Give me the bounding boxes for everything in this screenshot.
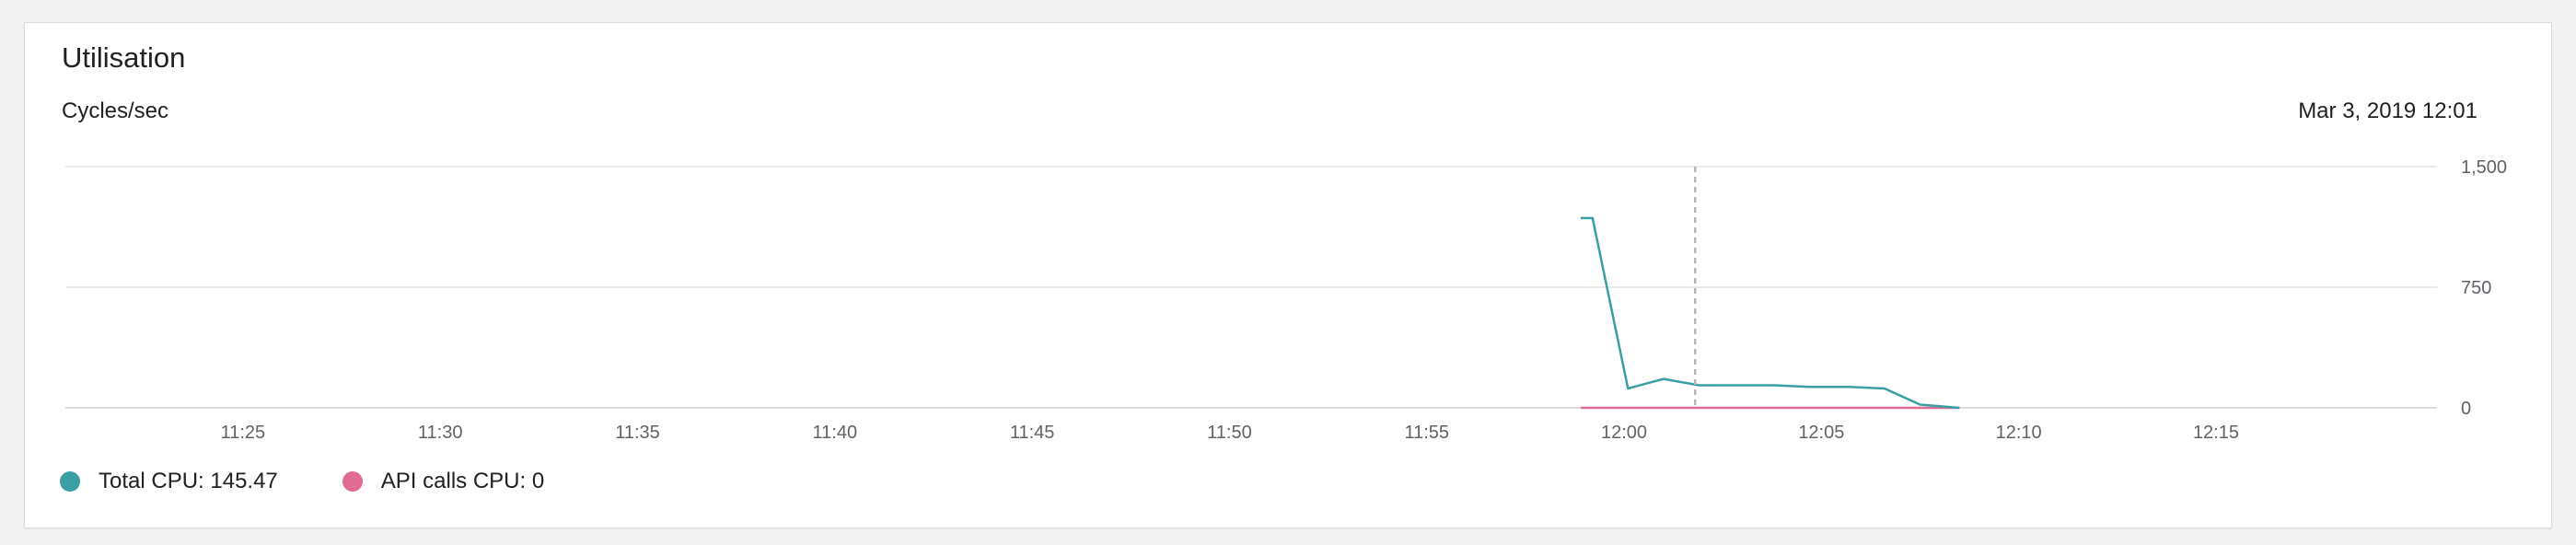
x-tick-label: 11:40 (813, 423, 858, 443)
legend-item-api-cpu[interactable]: API calls CPU: 0 (342, 469, 544, 494)
legend-item-total-cpu[interactable]: Total CPU: 145.47 (60, 469, 278, 494)
api-cpu-dot-icon (342, 471, 363, 492)
legend-label-total-cpu: Total CPU: 145.47 (99, 469, 278, 493)
x-tick-label: 11:50 (1207, 423, 1252, 443)
x-tick-labels: 11:25 11:30 11:35 11:40 11:45 11:50 11:55 12:00… (221, 423, 2239, 443)
series-total-cpu (1580, 216, 1960, 410)
total-cpu-dot-icon (60, 471, 80, 492)
x-tick-label: 12:15 (2193, 423, 2239, 443)
x-tick-label: 11:30 (418, 423, 463, 443)
utilisation-chart[interactable]: 0 750 1,500 11:25 11:30 11:35 11:40 11:45 11:50… (25, 23, 2553, 456)
grid-lines (65, 166, 2437, 409)
x-tick-label: 12:10 (1996, 423, 2042, 443)
y-tick-labels: 0 750 1,500 (2461, 157, 2507, 419)
x-tick-label: 11:45 (1010, 423, 1055, 443)
y-tick-label: 750 (2461, 278, 2491, 298)
x-tick-label: 11:35 (615, 423, 660, 443)
legend-label-api-cpu: API calls CPU: 0 (380, 469, 545, 493)
x-tick-label: 11:55 (1404, 423, 1449, 443)
y-tick-label: 1,500 (2461, 157, 2507, 178)
utilisation-card: Utilisation Cycles/sec Mar 3, 2019 12:01… (24, 22, 2552, 528)
chart-legend: Total CPU: 145.47 API calls CPU: 0 (60, 469, 609, 494)
y-tick-label: 0 (2461, 399, 2471, 419)
x-tick-label: 11:25 (221, 423, 266, 443)
x-tick-label: 12:00 (1601, 423, 1647, 443)
x-tick-label: 12:05 (1798, 423, 1844, 443)
series-lines (1580, 216, 1960, 410)
